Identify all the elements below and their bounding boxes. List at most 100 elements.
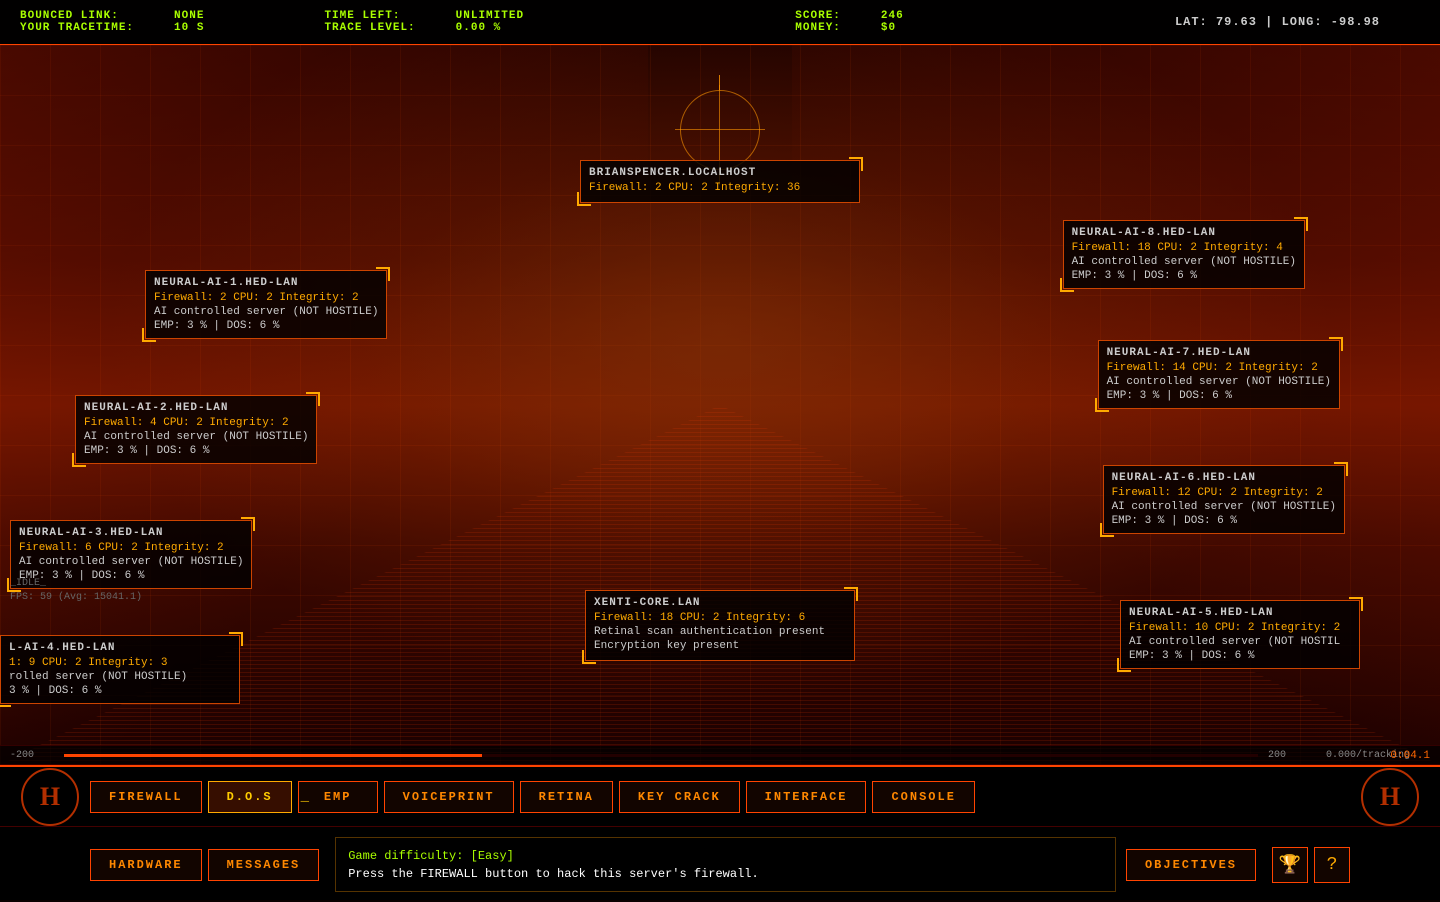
ai1-emp: EMP: 3 % | DOS: 6 % (154, 320, 378, 332)
bracket-tl (849, 157, 863, 171)
interface-button[interactable]: INTERFACE (746, 781, 867, 813)
coords-group: LAT: 79.63 | LONG: -98.98 (1175, 15, 1380, 29)
bracket-br (577, 192, 591, 206)
status-bar-line (64, 754, 1258, 757)
bracket-tl (1329, 337, 1343, 351)
dos-button[interactable]: D.O.S (208, 781, 292, 813)
ai5-title: NEURAL-AI-5.HED-LAN (1129, 607, 1351, 619)
bracket-tl (376, 267, 390, 281)
ai3-title: NEURAL-AI-3.HED-LAN (19, 527, 243, 539)
status-bar-fill (64, 754, 482, 757)
node-localhost[interactable]: BRIANSPENCER.LOCALHOST Firewall: 2 CPU: … (580, 160, 860, 203)
ai5-stats: Firewall: 10 CPU: 2 Integrity: 2 (1129, 622, 1351, 634)
svg-text:H: H (40, 782, 60, 811)
bracket-tl (1334, 462, 1348, 476)
ai1-title: NEURAL-AI-1.HED-LAN (154, 277, 378, 289)
hardware-button[interactable]: HARDWARE (90, 849, 202, 881)
voiceprint-button[interactable]: VOICEPRINT (384, 781, 514, 813)
ai2-stats: Firewall: 4 CPU: 2 Integrity: 2 (84, 417, 308, 429)
bounced-link-value: NONE (174, 10, 204, 22)
time-indicator: 0:04.1 (1390, 750, 1430, 762)
node-ai8[interactable]: NEURAL-AI-8.HED-LAN Firewall: 18 CPU: 2 … (1063, 220, 1305, 289)
ai8-emp: EMP: 3 % | DOS: 6 % (1072, 270, 1296, 282)
ai7-desc: AI controlled server (NOT HOSTILE) (1107, 376, 1331, 388)
toolbar-logo-right: H (1350, 767, 1430, 827)
time-value: 0:04.1 (1390, 750, 1430, 762)
bracket-tl (229, 632, 243, 646)
bracket-br (1060, 278, 1074, 292)
ai8-desc: AI controlled server (NOT HOSTILE) (1072, 256, 1296, 268)
ai7-stats: Firewall: 14 CPU: 2 Integrity: 2 (1107, 362, 1331, 374)
bracket-br (0, 693, 11, 707)
node-ai5[interactable]: NEURAL-AI-5.HED-LAN Firewall: 10 CPU: 2 … (1120, 600, 1360, 669)
node-xenti[interactable]: XENTI-CORE.LAN Firewall: 18 CPU: 2 Integ… (585, 590, 855, 661)
ai6-stats: Firewall: 12 CPU: 2 Integrity: 2 (1112, 487, 1336, 499)
score-group: SCORE: MONEY: (795, 10, 841, 34)
xenti-stats: Firewall: 18 CPU: 2 Integrity: 6 (594, 612, 846, 624)
localhost-stats: Firewall: 2 CPU: 2 Integrity: 36 (589, 182, 851, 194)
money-label: MONEY: (795, 22, 841, 34)
node-ai7[interactable]: NEURAL-AI-7.HED-LAN Firewall: 14 CPU: 2 … (1098, 340, 1340, 409)
bracket-br (1095, 398, 1109, 412)
ai6-title: NEURAL-AI-6.HED-LAN (1112, 472, 1336, 484)
bracket-br (72, 453, 86, 467)
time-left-label: TIME LEFT: (324, 10, 415, 22)
time-left-value: UNLIMITED (456, 10, 524, 22)
logo-left-icon: H (20, 767, 80, 827)
time-left-group: TIME LEFT: TRACE LEVEL: (324, 10, 415, 34)
bounced-link-group: BOUNCED LINK: YOUR TRACETIME: (20, 10, 134, 34)
trace-level-label: TRACE LEVEL: (324, 22, 415, 34)
bracket-br (142, 328, 156, 342)
ai8-title: NEURAL-AI-8.HED-LAN (1072, 227, 1296, 239)
ai7-emp: EMP: 3 % | DOS: 6 % (1107, 390, 1331, 402)
bracket-tl (1349, 597, 1363, 611)
help-icon-button[interactable]: ? (1314, 847, 1350, 883)
score-values: 246 $0 (881, 10, 904, 34)
xenti-desc1: Retinal scan authentication present (594, 626, 846, 638)
ai5-emp: EMP: 3 % | DOS: 6 % (1129, 650, 1351, 662)
time-left-values: UNLIMITED 0.00 % (456, 10, 524, 34)
ai4-desc: rolled server (NOT HOSTILE) (9, 671, 231, 683)
svg-text:H: H (1380, 782, 1400, 811)
msg-line2: Press the FIREWALL button to hack this s… (348, 867, 1103, 881)
crosshair-h (675, 129, 765, 130)
retina-button[interactable]: RETINA (520, 781, 613, 813)
top-hud: BOUNCED LINK: YOUR TRACETIME: NONE 10 S … (0, 0, 1440, 45)
firewall-button[interactable]: FIREWALL (90, 781, 202, 813)
ai3-desc: AI controlled server (NOT HOSTILE) (19, 556, 243, 568)
bracket-tl (1294, 217, 1308, 231)
toolbar-top: H FIREWALL D.O.S _EMP VOICEPRINT RETINA … (0, 767, 1440, 827)
node-ai1[interactable]: NEURAL-AI-1.HED-LAN Firewall: 2 CPU: 2 I… (145, 270, 387, 339)
money-value: $0 (881, 22, 904, 34)
ai6-emp: EMP: 3 % | DOS: 6 % (1112, 515, 1336, 527)
bracket-tl (844, 587, 858, 601)
status-bar: -200 200 0.000/tracking (0, 745, 1440, 765)
console-button[interactable]: CONSOLE (872, 781, 974, 813)
ai2-title: NEURAL-AI-2.HED-LAN (84, 402, 308, 414)
bracket-br (1100, 523, 1114, 537)
node-ai4[interactable]: L-AI-4.HED-LAN 1: 9 CPU: 2 Integrity: 3 … (0, 635, 240, 704)
objectives-button[interactable]: OBJECTIVES (1126, 849, 1256, 881)
ai3-stats: Firewall: 6 CPU: 2 Integrity: 2 (19, 542, 243, 554)
ai2-emp: EMP: 3 % | DOS: 6 % (84, 445, 308, 457)
ai2-desc: AI controlled server (NOT HOSTILE) (84, 431, 308, 443)
ai6-desc: AI controlled server (NOT HOSTILE) (1112, 501, 1336, 513)
game-area: BRIANSPENCER.LOCALHOST Firewall: 2 CPU: … (0, 45, 1440, 765)
emp-button[interactable]: _EMP (298, 781, 378, 813)
ai4-emp: 3 % | DOS: 6 % (9, 685, 231, 697)
toolbar-buttons-row1: FIREWALL D.O.S _EMP VOICEPRINT RETINA KE… (90, 781, 1350, 813)
trace-level-value: 0.00 % (456, 22, 524, 34)
crosshair-tick-top (719, 75, 720, 90)
trophy-icon-button[interactable]: 🏆 (1272, 847, 1308, 883)
key-crack-button[interactable]: KEY CRACK (619, 781, 740, 813)
idle-text: _IDLE_ (10, 577, 142, 591)
node-ai6[interactable]: NEURAL-AI-6.HED-LAN Firewall: 12 CPU: 2 … (1103, 465, 1345, 534)
bounced-link-label: BOUNCED LINK: (20, 10, 134, 22)
messages-button[interactable]: MESSAGES (208, 849, 320, 881)
node-ai2[interactable]: NEURAL-AI-2.HED-LAN Firewall: 4 CPU: 2 I… (75, 395, 317, 464)
neg200-label: -200 (10, 750, 34, 761)
bracket-br (1117, 658, 1131, 672)
bracket-br (582, 650, 596, 664)
score-value: 246 (881, 10, 904, 22)
toolbar-logo-left: H (10, 767, 90, 827)
